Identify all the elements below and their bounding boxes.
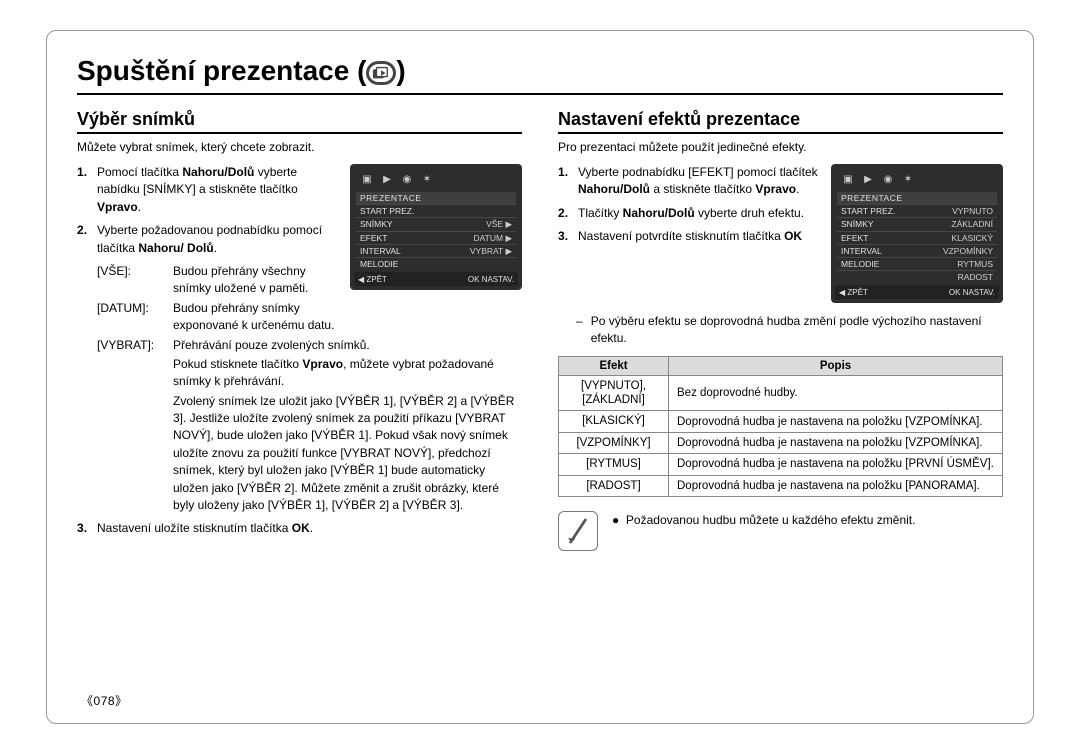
ss-top-icons: ▣ ▶ ◉ ✶ [356, 170, 516, 192]
note-icon [558, 511, 598, 551]
right-screenshot: ▣ ▶ ◉ ✶ PREZENTACE START PREZ.VYPNUTO SN… [831, 164, 1003, 303]
left-screenshot: ▣ ▶ ◉ ✶ PREZENTACE START PREZ. SNÍMKYVŠE… [350, 164, 522, 290]
def-desc: Budou přehrány všechny snímky uložené v … [173, 263, 338, 298]
camera-icon: ▣ [841, 174, 855, 186]
ss-row: INTERVALVYBRAT ▶ [356, 244, 516, 257]
play-icon: ▶ [380, 174, 394, 186]
sound-icon: ◉ [881, 174, 895, 186]
th-efekt: Efekt [559, 356, 669, 375]
page-title: Spuštění prezentace ( ) [77, 55, 406, 87]
ss-row: MELODIERYTMUS [837, 257, 997, 270]
ss-section-title: PREZENTACE [356, 192, 516, 204]
def-desc: Přehrávání pouze zvolených snímků. [173, 337, 522, 354]
left-deflist: [VŠE]:Budou přehrány všechny snímky ulož… [77, 263, 338, 335]
ss-row: SNÍMKYZÁKLADNÍ [837, 217, 997, 230]
ss-row: EFEKTDATUM ▶ [356, 231, 516, 244]
note-icon-row: ● Požadovanou hudbu můžete u každého efe… [558, 511, 1003, 551]
ss-row: MELODIE [356, 257, 516, 270]
left-step-2: Vyberte požadovanou podnabídku pomocí tl… [77, 222, 338, 257]
left-heading: Výběr snímků [77, 109, 522, 134]
left-column: Výběr snímků Můžete vybrat snímek, který… [77, 109, 522, 551]
ss-row: SNÍMKYVŠE ▶ [356, 217, 516, 230]
right-dash-note: –Po výběru efektu se doprovodná hudba zm… [576, 313, 1003, 348]
right-step-1: Vyberte podnabídku [EFEKT] pomocí tlačít… [558, 164, 819, 199]
effects-table: Efekt Popis [VYPNUTO], [ZÁKLADNÍ]Bez dop… [558, 356, 1003, 497]
page-frame: Spuštění prezentace ( ) Výběr snímků Můž… [46, 30, 1034, 724]
sound-icon: ◉ [400, 174, 414, 186]
ss-row: RADOST [837, 270, 997, 283]
table-row: [RADOST]Doprovodná hudba je nastavena na… [559, 475, 1003, 496]
note-text: ● Požadovanou hudbu můžete u každého efe… [612, 513, 915, 527]
def-desc: Budou přehrány snímky exponované k určen… [173, 300, 338, 335]
ss-row: START PREZ.VYPNUTO [837, 204, 997, 217]
left-step-1: Pomocí tlačítka Nahoru/Dolů vyberte nabí… [77, 164, 338, 216]
camera-icon: ▣ [360, 174, 374, 186]
right-step-3: Nastavení potvrdíte stisknutím tlačítka … [558, 228, 819, 245]
ss-row: EFEKTKLASICKÝ [837, 231, 997, 244]
ss-top-icons: ▣ ▶ ◉ ✶ [837, 170, 997, 192]
def-term: [VYBRAT]: [97, 337, 173, 354]
play-icon: ▶ [861, 174, 875, 186]
th-popis: Popis [669, 356, 1003, 375]
left-intro: Můžete vybrat snímek, který chcete zobra… [77, 140, 522, 154]
ss-footer: ◀ ZPĚTOK NASTAV. [835, 285, 999, 299]
table-row: [KLASICKÝ]Doprovodná hudba je nastavena … [559, 411, 1003, 432]
left-step-3: Nastavení uložíte stisknutím tlačítka OK… [77, 520, 522, 537]
page-title-row: Spuštění prezentace ( ) [77, 55, 1003, 87]
ss-row: INTERVALVZPOMÍNKY [837, 244, 997, 257]
right-intro: Pro prezentaci můžete použít jedinečné e… [558, 140, 1003, 154]
table-row: [VYPNUTO], [ZÁKLADNÍ]Bez doprovodné hudb… [559, 375, 1003, 411]
ss-section-title: PREZENTACE [837, 192, 997, 204]
table-row: [VZPOMÍNKY]Doprovodná hudba je nastavena… [559, 432, 1003, 453]
right-column: Nastavení efektů prezentace Pro prezenta… [558, 109, 1003, 551]
left-def-3: [VYBRAT]:Přehrávání pouze zvolených sním… [77, 337, 522, 354]
def-term: [VŠE]: [97, 263, 173, 298]
right-step-2: Tlačítky Nahoru/Dolů vyberte druh efektu… [558, 205, 819, 222]
right-heading: Nastavení efektů prezentace [558, 109, 1003, 134]
tool-icon: ✶ [901, 174, 915, 186]
ss-row: START PREZ. [356, 204, 516, 217]
left-extra-1: Pokud stisknete tlačítko Vpravo, můžete … [77, 356, 522, 391]
title-rule [77, 93, 1003, 95]
page-number: 《078》 [81, 692, 128, 709]
table-row: [RYTMUS]Doprovodná hudba je nastavena na… [559, 454, 1003, 475]
slideshow-icon [366, 61, 396, 85]
tool-icon: ✶ [420, 174, 434, 186]
ss-footer: ◀ ZPĚTOK NASTAV. [354, 272, 518, 286]
def-term: [DATUM]: [97, 300, 173, 335]
left-extra-2: Zvolený snímek lze uložit jako [VÝBĚR 1]… [77, 393, 522, 515]
